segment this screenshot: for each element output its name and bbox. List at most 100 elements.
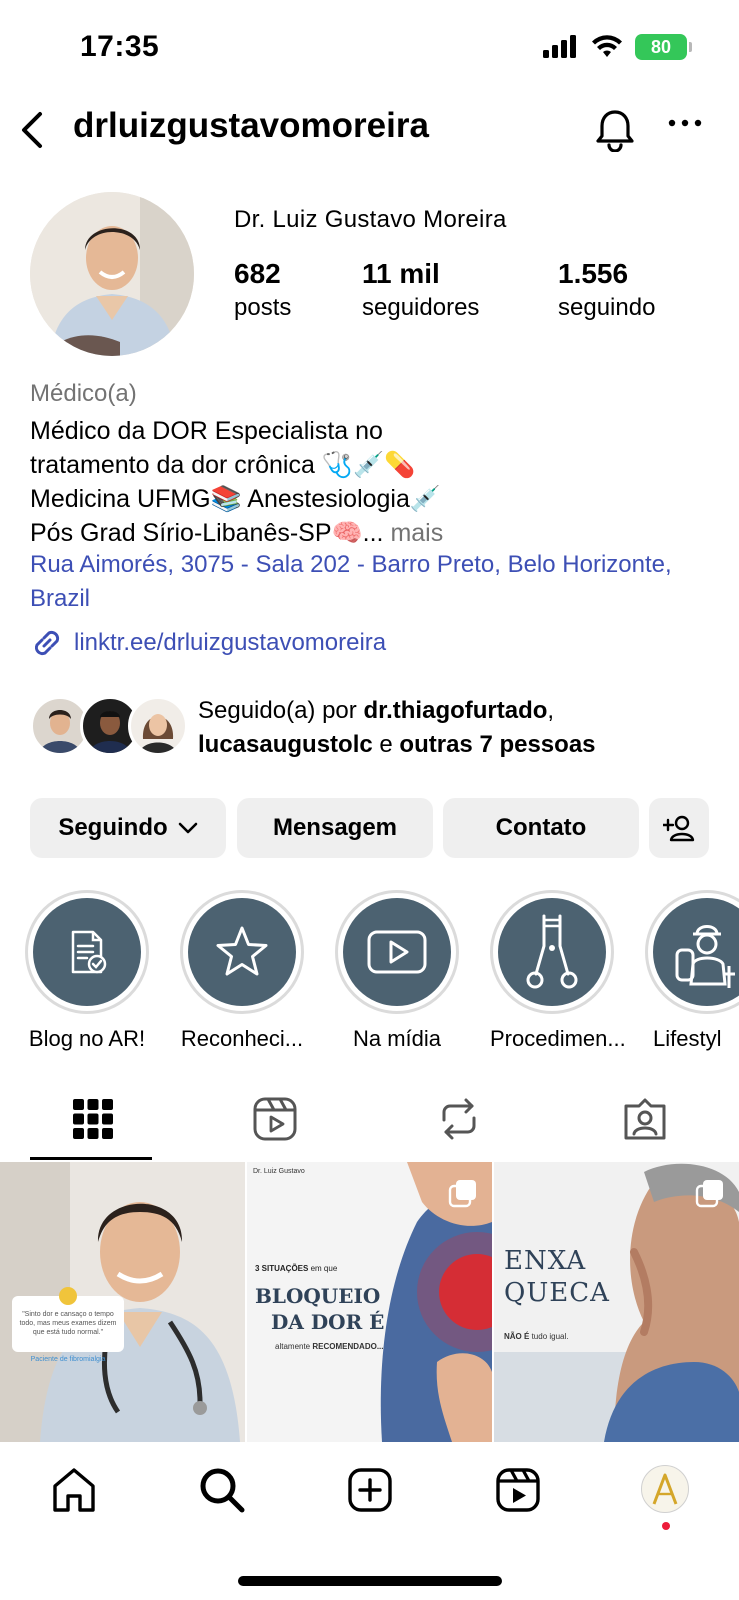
post-footer-strong: RECOMENDADO... — [312, 1342, 384, 1351]
add-person-icon — [663, 815, 695, 842]
profile-full-name: Dr. Luiz Gustavo Moreira — [234, 206, 507, 233]
reels-icon[interactable] — [494, 1466, 542, 1514]
avatar — [128, 696, 188, 756]
play-video-icon — [367, 930, 427, 974]
back-arrow-icon[interactable] — [14, 110, 54, 150]
mutual-avatars — [30, 696, 190, 760]
stat-value: 11 mil — [362, 258, 440, 289]
tab-posts-grid-icon[interactable] — [70, 1096, 116, 1142]
followed-by-prefix: Seguido(a) por — [198, 697, 357, 724]
highlight-recognition[interactable]: Reconheci... — [180, 890, 304, 1052]
suggested-users-button[interactable] — [649, 798, 709, 858]
battery-icon: 80 — [635, 34, 692, 60]
chevron-down-icon — [178, 822, 197, 834]
highlight-label: Reconheci... — [180, 1026, 304, 1051]
bio-more-link[interactable]: mais — [390, 519, 443, 547]
message-button[interactable]: Mensagem — [237, 798, 433, 858]
bio-line: Pós Grad Sírio-Libanês-SP🧠... mais — [30, 516, 710, 550]
profile-photo — [30, 192, 194, 356]
profile-avatar[interactable] — [30, 192, 194, 356]
stat-value: 682 — [234, 258, 281, 289]
website-url: linktr.ee/drluizgustavomoreira — [74, 629, 387, 656]
highlight-lifestyle[interactable]: Lifestyl — [645, 890, 739, 1052]
mutual-followers[interactable]: Seguido(a) por dr.thiagofurtado, lucasau… — [30, 694, 596, 762]
post-footer: altamente RECOMENDADO... — [275, 1342, 384, 1351]
stat-label: seguindo — [558, 294, 656, 321]
more-options-icon[interactable] — [668, 118, 702, 128]
follower-username[interactable]: lucasaugustolc — [198, 731, 373, 758]
tab-reels-icon[interactable] — [252, 1096, 298, 1142]
highlight-blog[interactable]: Blog no AR! — [25, 890, 149, 1052]
highlight-procedures[interactable]: Procedimen... — [490, 890, 626, 1052]
create-post-icon[interactable] — [346, 1466, 394, 1514]
carousel-icon — [695, 1180, 723, 1208]
profile-bio[interactable]: Médico da DOR Especialista no tratamento… — [30, 414, 710, 550]
followers-others[interactable]: outras 7 pessoas — [399, 731, 595, 758]
bell-icon[interactable] — [594, 108, 636, 152]
wifi-icon — [592, 35, 622, 57]
followed-by-separator: , — [547, 697, 555, 724]
stat-posts[interactable]: 682 posts — [234, 258, 291, 322]
status-time: 17:35 — [80, 30, 160, 63]
highlight-label: Procedimen... — [490, 1026, 626, 1051]
post-thumbnail[interactable]: "Sinto dor e cansaço o tempo todo, mas m… — [0, 1162, 245, 1442]
stat-label: seguidores — [362, 294, 480, 321]
highlight-ring — [180, 890, 304, 1014]
highlight-label: Na mídia — [352, 1026, 442, 1051]
stat-value: 1.556 — [558, 258, 629, 289]
profile-address-link[interactable]: Rua Aimorés, 3075 - Sala 202 - Barro Pre… — [30, 548, 690, 616]
post-quote-tag: Paciente de fibromialgia — [30, 1356, 106, 1363]
post-footer-rest: tudo igual. — [531, 1332, 569, 1341]
profile-tab-avatar[interactable] — [641, 1465, 689, 1513]
stat-followers[interactable]: 11 mil seguidores — [362, 258, 479, 322]
hiker-icon — [675, 925, 735, 988]
highlight-cover — [188, 898, 296, 1006]
profile-category: Médico(a) — [30, 380, 137, 407]
star-icon — [216, 926, 268, 976]
highlight-cover — [33, 898, 141, 1006]
post-thumbnail[interactable]: ENXA QUECA NÃO É tudo igual. — [494, 1162, 739, 1442]
highlight-media[interactable]: Na mídia — [335, 890, 459, 1052]
highlight-label: Blog no AR! — [28, 1026, 146, 1051]
highlight-label: Lifestyl — [653, 1026, 722, 1051]
bio-line-text: Pós Grad Sírio-Libanês-SP🧠... — [30, 519, 384, 547]
highlight-ring — [645, 890, 739, 1014]
bio-line: tratamento da dor crônica 🩺💉💊 — [30, 451, 416, 479]
signal-icon — [543, 35, 576, 58]
post-quote: "Sinto dor e cansaço o tempo todo, mas m… — [19, 1311, 117, 1336]
post-footer-pre: altamente — [275, 1342, 311, 1351]
carousel-icon — [448, 1180, 476, 1208]
profile-username: drluizgustavomoreira — [73, 106, 429, 145]
post-headline: DA DOR É — [271, 1310, 385, 1334]
link-icon — [34, 630, 60, 656]
tab-reposts-icon[interactable] — [436, 1096, 482, 1142]
highlight-ring — [335, 890, 459, 1014]
post-headline: BLOQUEIO — [255, 1284, 381, 1308]
post-image — [0, 1162, 245, 1442]
account-logo-icon — [652, 1473, 678, 1505]
profile-website[interactable]: linktr.ee/drluizgustavomoreira — [30, 626, 386, 660]
post-brand: Dr. Luiz Gustavo — [253, 1168, 305, 1175]
post-headline: ENXA — [504, 1246, 587, 1276]
post-kicker-rest: em que — [310, 1264, 338, 1273]
tab-tagged-icon[interactable] — [622, 1096, 668, 1142]
status-icons: 80 — [543, 34, 692, 60]
follower-username[interactable]: dr.thiagofurtado — [363, 697, 547, 724]
stat-following[interactable]: 1.556 seguindo — [558, 258, 655, 322]
home-icon[interactable] — [50, 1466, 98, 1514]
post-thumbnail[interactable]: Dr. Luiz Gustavo 3 SITUAÇÕES em que BLOQ… — [247, 1162, 492, 1442]
highlight-ring — [490, 890, 614, 1014]
surgical-clamp-icon — [526, 914, 578, 989]
following-button[interactable]: Seguindo — [30, 798, 226, 858]
bio-line: Medicina UFMG📚 Anestesiologia💉 — [30, 485, 442, 513]
home-indicator — [238, 1576, 502, 1586]
contact-button[interactable]: Contato — [443, 798, 639, 858]
post-headline: QUECA — [504, 1278, 610, 1308]
stat-label: posts — [234, 294, 292, 321]
search-icon[interactable] — [198, 1466, 246, 1514]
bio-line: Médico da DOR Especialista no — [30, 417, 383, 445]
followed-by-conjunction: e — [379, 731, 393, 758]
document-check-icon — [71, 930, 107, 974]
notification-dot — [662, 1522, 670, 1530]
post-footer: NÃO É tudo igual. — [504, 1332, 569, 1341]
